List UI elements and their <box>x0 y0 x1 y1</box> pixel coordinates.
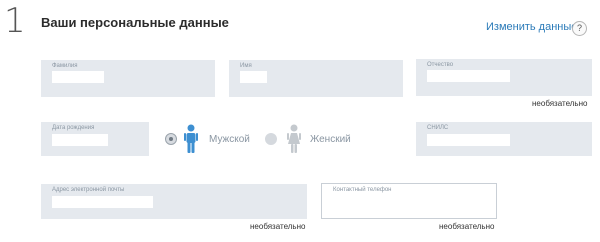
email-label: Адрес электронной почты <box>52 187 125 193</box>
help-icon[interactable]: ? <box>572 21 587 36</box>
snils-input[interactable] <box>427 134 510 146</box>
surname-input[interactable] <box>52 71 104 83</box>
email-input[interactable] <box>52 196 153 208</box>
change-data-link[interactable]: Изменить данные <box>486 21 577 33</box>
birthdate-field: Дата рождения <box>41 122 149 156</box>
female-label[interactable]: Женский <box>310 134 351 145</box>
patronymic-field: Отчество <box>416 59 592 96</box>
patronymic-input[interactable] <box>427 70 510 82</box>
section-title: Ваши персональные данные <box>41 15 229 30</box>
surname-field: Фамилия <box>41 60 215 97</box>
phone-input[interactable] <box>333 196 483 208</box>
email-optional-label: необязательно <box>250 222 306 231</box>
male-person-icon[interactable] <box>184 124 198 154</box>
male-radio[interactable] <box>165 133 177 145</box>
phone-label: Контактный телефон <box>333 187 392 193</box>
surname-label: Фамилия <box>52 63 78 69</box>
name-label: Имя <box>240 63 252 69</box>
patronymic-label: Отчество <box>427 62 454 68</box>
birthdate-label: Дата рождения <box>52 125 95 131</box>
email-field: Адрес электронной почты <box>41 184 307 219</box>
name-input[interactable] <box>240 71 267 83</box>
female-person-icon[interactable] <box>287 124 301 154</box>
female-radio[interactable] <box>265 133 277 145</box>
patronymic-optional-label: необязательно <box>532 99 588 108</box>
snils-field: СНИЛС <box>416 122 592 156</box>
name-field: Имя <box>229 60 403 97</box>
phone-optional-label: необязательно <box>439 222 495 231</box>
snils-label: СНИЛС <box>427 125 449 131</box>
step-number: 1 <box>4 1 26 41</box>
phone-field[interactable]: Контактный телефон <box>321 183 497 219</box>
birthdate-input[interactable] <box>52 134 108 146</box>
male-label[interactable]: Мужской <box>209 134 250 145</box>
